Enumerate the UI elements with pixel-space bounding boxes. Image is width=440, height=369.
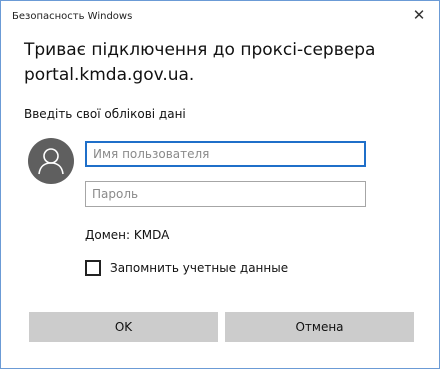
- dialog-heading: Триває підключення до проксі-сервера por…: [24, 40, 376, 85]
- window-title: Безопасность Windows: [12, 11, 133, 22]
- user-silhouette-icon: [28, 138, 74, 184]
- cancel-button[interactable]: Отмена: [225, 312, 414, 342]
- password-field[interactable]: [85, 181, 366, 207]
- remember-label[interactable]: Запомнить учетные данные: [110, 261, 288, 275]
- close-icon[interactable]: ✕: [409, 5, 429, 25]
- domain-label: Домен: KMDA: [85, 228, 170, 242]
- remember-credentials[interactable]: Запомнить учетные данные: [85, 258, 288, 278]
- username-field[interactable]: [85, 141, 366, 167]
- dialog-subheading: Введіть свої облікові дані: [24, 107, 186, 121]
- security-dialog: Безопасность Windows ✕ Триває підключенн…: [0, 0, 440, 369]
- ok-button[interactable]: OK: [29, 312, 218, 342]
- remember-checkbox[interactable]: [85, 260, 101, 276]
